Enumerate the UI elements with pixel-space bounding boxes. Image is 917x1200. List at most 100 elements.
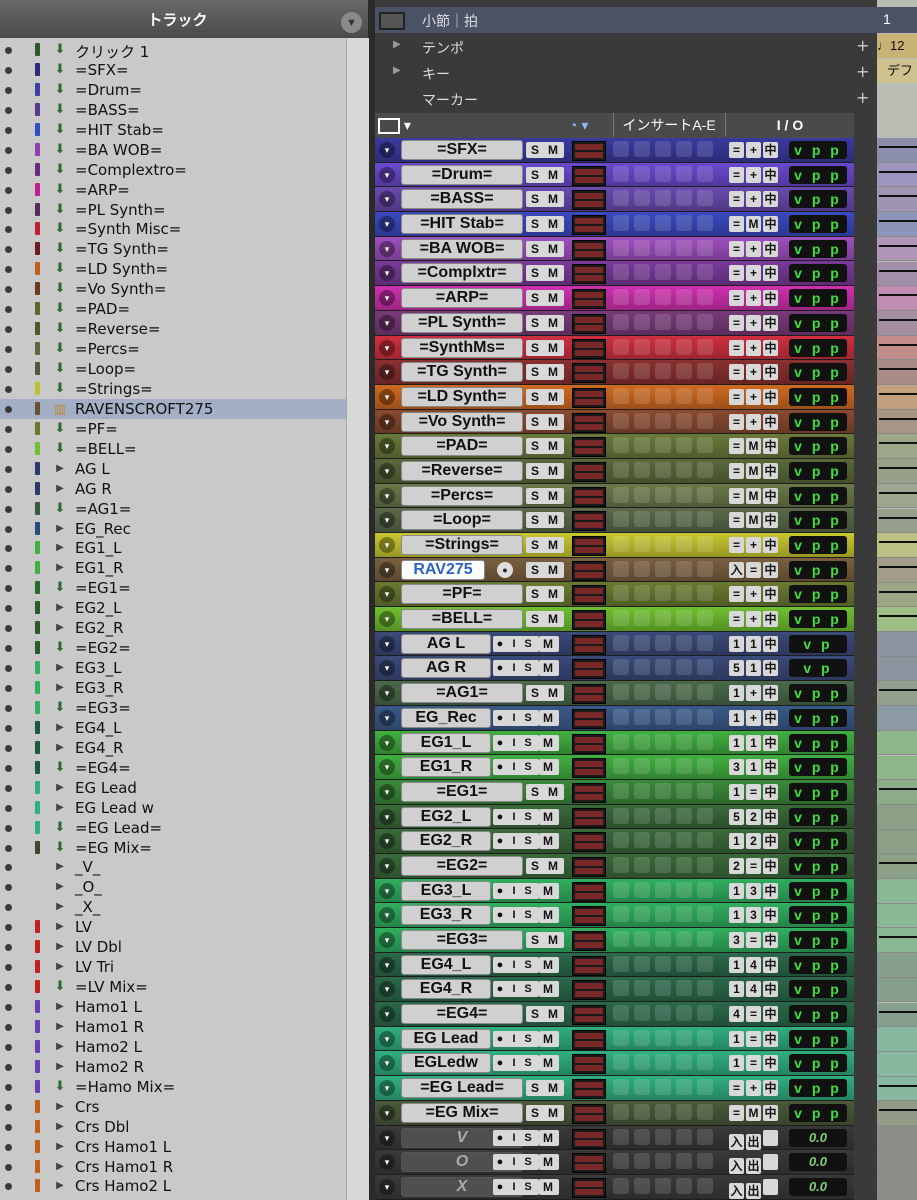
solo-mute-buttons[interactable]: SM	[526, 783, 564, 800]
io-selector[interactable]: =	[729, 586, 744, 603]
io-selector[interactable]: 1	[729, 981, 744, 998]
mute-icon[interactable]: M	[544, 537, 562, 553]
track-list-row[interactable]: ▶ LV Dbl	[0, 937, 346, 957]
mute-button[interactable]: M	[539, 734, 559, 751]
mute-icon[interactable]: M	[544, 784, 562, 800]
output-display[interactable]: v p p	[789, 437, 847, 456]
track-name-field[interactable]: =LD Synth=	[401, 386, 523, 407]
timeline-lane[interactable]	[877, 1175, 917, 1200]
mute-icon[interactable]: M	[544, 265, 562, 281]
io-selector[interactable]: =	[746, 561, 761, 578]
track-list-row[interactable]: ▶ AG L	[0, 459, 346, 479]
insert-slots[interactable]	[613, 610, 723, 628]
timeline-lane[interactable]	[877, 854, 917, 879]
output-display[interactable]: v p p	[789, 461, 847, 480]
track-visibility-dot[interactable]	[5, 206, 12, 214]
output-display[interactable]: v p p	[789, 239, 847, 258]
solo-icon[interactable]: S	[521, 981, 535, 997]
io-selector[interactable]: =	[729, 191, 744, 208]
io-selectors[interactable]: = + 中	[729, 586, 780, 603]
timeline-lane[interactable]	[877, 780, 917, 805]
track-options-icon[interactable]: ▾	[379, 907, 395, 924]
track-options-icon[interactable]: ▾	[379, 759, 395, 776]
io-selector[interactable]: 2	[729, 857, 744, 874]
io-selectors[interactable]: = + 中	[729, 142, 780, 158]
track-name-field[interactable]: RAV275	[401, 559, 485, 580]
track-options-icon[interactable]: ▾	[379, 956, 395, 973]
record-controls[interactable]: ● I S	[493, 981, 539, 998]
track-name-field[interactable]: =Drum=	[401, 164, 523, 185]
solo-mute-buttons[interactable]: SM	[526, 290, 564, 307]
timeline-lane[interactable]	[877, 409, 917, 435]
output-display[interactable]: v p p	[789, 906, 847, 925]
io-selector[interactable]: 中	[763, 166, 778, 183]
io-selector[interactable]: 中	[763, 611, 778, 628]
solo-icon[interactable]: S	[521, 735, 535, 751]
output-display[interactable]: v p	[789, 634, 847, 653]
track-visibility-dot[interactable]	[5, 286, 12, 294]
input-monitor-icon[interactable]: I	[507, 759, 521, 775]
timeline-lane[interactable]	[877, 582, 917, 608]
record-controls[interactable]: ● I S	[493, 833, 539, 850]
track-visibility-dot[interactable]	[5, 1023, 12, 1031]
insert-slots[interactable]	[613, 1177, 723, 1196]
io-selector[interactable]: 1	[729, 907, 744, 924]
solo-mute-buttons[interactable]: SM	[526, 314, 564, 331]
mute-icon[interactable]: M	[539, 759, 557, 775]
track-list-row[interactable]: ▶ Crs Hamo1 L	[0, 1137, 346, 1157]
record-enable-icon[interactable]: ●	[493, 636, 507, 652]
record-enable-icon[interactable]: ●	[493, 660, 507, 676]
input-monitor-icon[interactable]: I	[507, 710, 521, 726]
track-list-row[interactable]: ▶ EG Lead	[0, 778, 346, 798]
track-options-icon[interactable]: ▾	[379, 1178, 395, 1195]
track-name-field[interactable]: =HIT Stab=	[401, 214, 523, 235]
io-selector[interactable]: 中	[763, 1055, 778, 1072]
io-selector[interactable]: 中	[763, 487, 778, 504]
io-selector[interactable]: =	[729, 413, 744, 430]
io-selector[interactable]: 中	[763, 512, 778, 529]
edit-track-row[interactable]: ▾ =EG Mix= S M = M 中 v p p	[375, 1100, 854, 1126]
record-enable-icon[interactable]: ●	[493, 833, 507, 849]
track-list-row[interactable]: ⬇ =EG2=	[0, 638, 346, 658]
record-controls[interactable]: ● I S	[493, 635, 539, 652]
io-selectors[interactable]: = + 中	[729, 413, 780, 430]
mute-icon[interactable]: M	[544, 364, 562, 380]
tracks-list-scrollbar[interactable]	[346, 38, 369, 1200]
track-options-icon[interactable]: ▾	[379, 537, 395, 553]
track-list-row[interactable]: ▶ EG3_R	[0, 678, 346, 698]
solo-icon[interactable]: S	[521, 1179, 535, 1195]
io-selectors[interactable]: 13中	[729, 907, 780, 924]
edit-track-row[interactable]: ▾ =EG Lead= S M = + 中 v p p	[375, 1076, 854, 1101]
io-selector[interactable]: =	[746, 783, 761, 800]
timeline-lane[interactable]	[877, 508, 917, 534]
automation-line[interactable]	[879, 269, 917, 272]
solo-mute-buttons[interactable]: SM	[526, 1104, 564, 1121]
io-selectors[interactable]: = + 中	[729, 166, 780, 183]
track-visibility-dot[interactable]	[5, 66, 12, 74]
insert-slots[interactable]	[613, 215, 723, 233]
io-selectors[interactable]: 入出	[729, 1129, 780, 1150]
insert-slots[interactable]	[613, 313, 723, 332]
solo-mute-buttons[interactable]: SM	[526, 857, 564, 874]
output-display[interactable]: v p p	[789, 313, 847, 332]
io-selector[interactable]: =	[729, 216, 744, 233]
record-controls[interactable]: ● I S	[493, 907, 539, 924]
automation-line[interactable]	[879, 936, 917, 939]
io-selector[interactable]: 5	[729, 808, 744, 825]
track-options-icon[interactable]: ▾	[379, 339, 395, 356]
track-options-icon[interactable]: ▾	[379, 314, 395, 331]
track-list-row[interactable]: ⬇ =BA WOB=	[0, 140, 346, 160]
automation-line[interactable]	[879, 343, 917, 346]
insert-slots[interactable]	[613, 1103, 723, 1122]
track-options-icon[interactable]: ▾	[379, 833, 395, 850]
add-marker-icon[interactable]: +	[856, 88, 869, 107]
mute-icon[interactable]: M	[544, 611, 562, 627]
automation-line[interactable]	[879, 1010, 917, 1013]
ruler-marker[interactable]: マーカー +	[375, 86, 877, 111]
output-display[interactable]: 0.0	[789, 1153, 847, 1172]
io-selector[interactable]: 3	[729, 932, 744, 948]
insert-slots[interactable]	[613, 264, 723, 282]
solo-icon[interactable]: S	[526, 537, 544, 553]
io-selector[interactable]: 入	[729, 561, 744, 578]
insert-slots[interactable]	[613, 708, 723, 727]
